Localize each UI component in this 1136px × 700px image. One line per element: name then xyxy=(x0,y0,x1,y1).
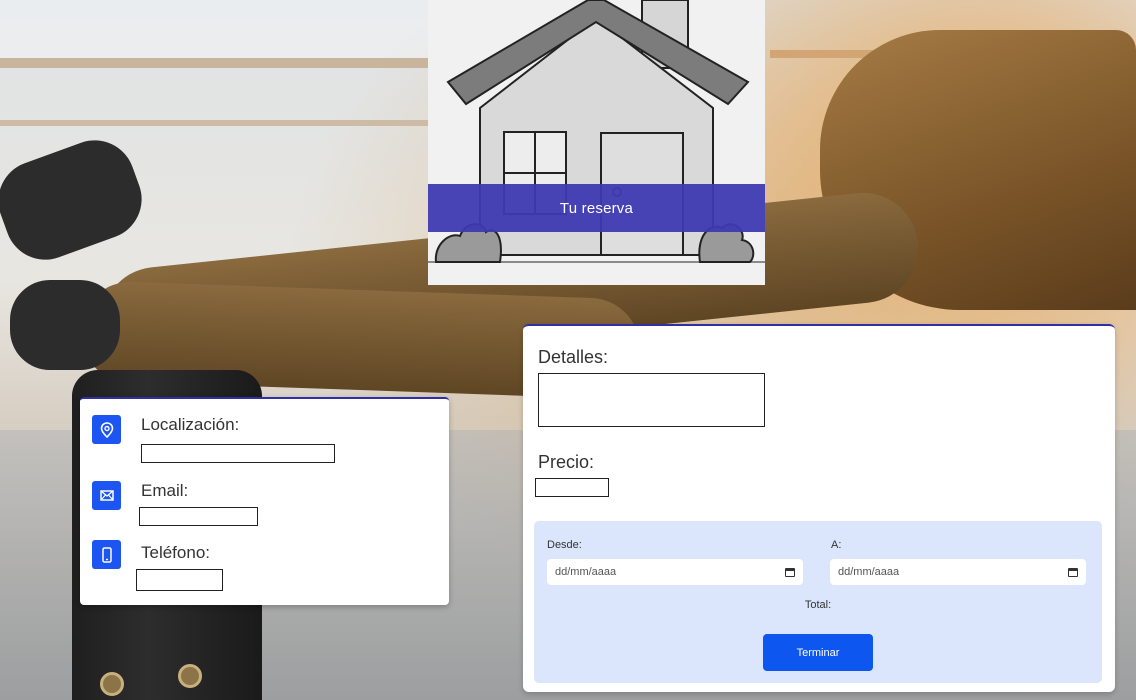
from-date-placeholder: dd/mm/aaaa xyxy=(555,566,617,578)
to-date-placeholder: dd/mm/aaaa xyxy=(838,566,900,578)
booking-panel: Desde: dd/mm/aaaa A: dd/mm/aaaa Total: T… xyxy=(534,521,1102,683)
background-wheel xyxy=(100,672,124,696)
location-field[interactable] xyxy=(141,444,335,463)
email-field[interactable] xyxy=(139,507,258,526)
total-label: Total: xyxy=(804,599,832,611)
phone-field[interactable] xyxy=(136,569,223,591)
price-label: Precio: xyxy=(538,452,595,472)
contact-card: Localización: Email: Teléfono: xyxy=(80,397,449,605)
hero-image: Tu reserva xyxy=(428,0,765,285)
background-window xyxy=(0,0,430,60)
phone-label: Teléfono: xyxy=(141,543,210,562)
phone-icon xyxy=(92,540,121,569)
price-field[interactable] xyxy=(535,478,609,497)
from-label: Desde: xyxy=(547,539,582,551)
background-rail xyxy=(0,58,430,68)
calendar-icon[interactable] xyxy=(1068,567,1078,577)
mail-icon xyxy=(92,481,121,510)
map-pin-icon xyxy=(92,415,121,444)
details-card: Detalles: Precio: Desde: dd/mm/aaaa A: d… xyxy=(523,324,1115,692)
finish-button[interactable]: Terminar xyxy=(763,634,873,671)
to-label: A: xyxy=(831,539,842,551)
from-date-input[interactable]: dd/mm/aaaa xyxy=(547,559,803,585)
background-rail xyxy=(0,120,430,126)
background-sock xyxy=(10,280,120,370)
calendar-icon[interactable] xyxy=(785,567,795,577)
location-label: Localización: xyxy=(141,415,240,434)
to-date-input[interactable]: dd/mm/aaaa xyxy=(830,559,1086,585)
background-sock xyxy=(0,129,153,271)
email-label: Email: xyxy=(141,481,189,500)
details-label: Detalles: xyxy=(538,347,609,367)
details-field[interactable] xyxy=(538,373,765,427)
background-wheel xyxy=(178,664,202,688)
hero-banner: Tu reserva xyxy=(428,184,765,232)
house-illustration xyxy=(428,0,765,285)
hero-title: Tu reserva xyxy=(559,199,634,217)
